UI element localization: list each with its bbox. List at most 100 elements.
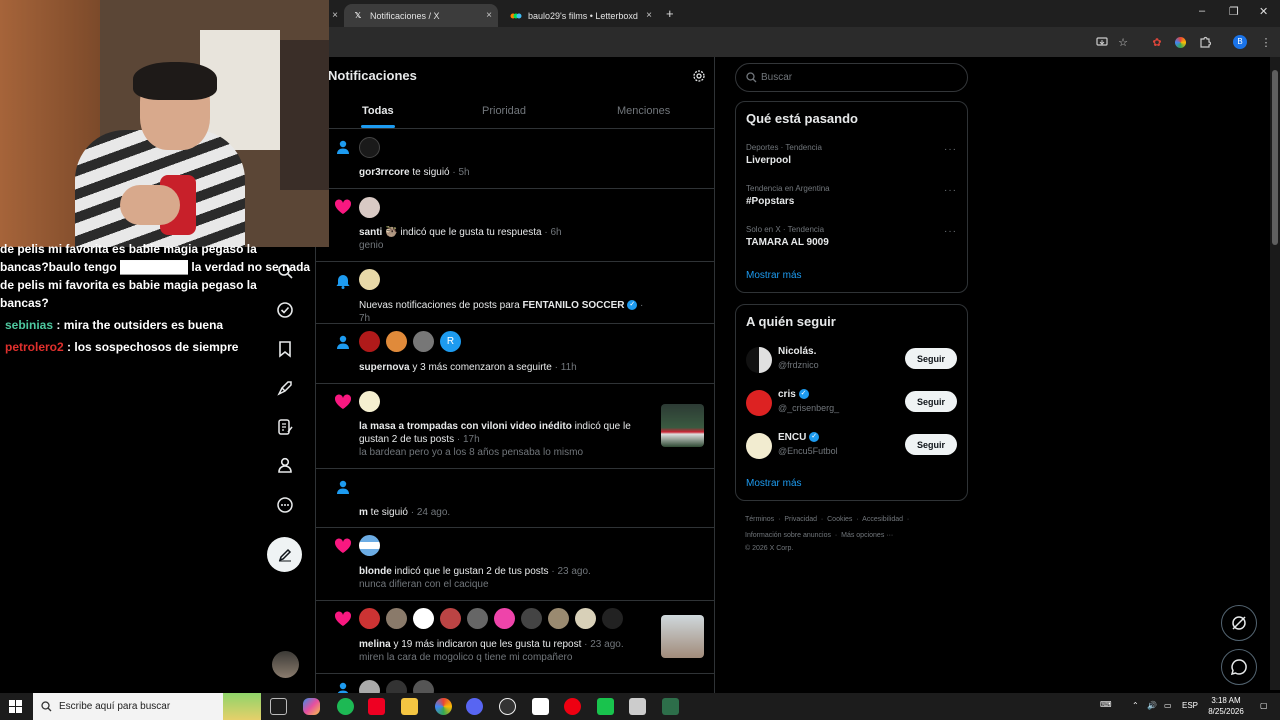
tab-menciones[interactable]: Menciones bbox=[617, 105, 670, 117]
avatar[interactable] bbox=[413, 608, 434, 629]
avatar[interactable] bbox=[359, 197, 380, 218]
restore-button[interactable]: ❐ bbox=[1229, 5, 1239, 18]
taskbar-search-input[interactable]: Escribe aquí para buscar bbox=[33, 693, 261, 720]
grok-rocket-icon[interactable] bbox=[272, 375, 298, 401]
notification-item[interactable]: R supernova y 3 más comenzaron a seguirt… bbox=[316, 324, 714, 384]
footer-link-more[interactable]: Más opciones ··· bbox=[841, 532, 893, 539]
app-icon[interactable] bbox=[629, 698, 646, 715]
avatar[interactable] bbox=[359, 608, 380, 629]
clock-time[interactable]: 3:18 AM bbox=[1208, 696, 1244, 705]
kebab-menu-icon[interactable]: ⋮ bbox=[1257, 33, 1275, 51]
follow-name[interactable]: ENCU bbox=[778, 432, 806, 443]
avatar[interactable] bbox=[386, 608, 407, 629]
chevron-up-icon[interactable]: ⌃ bbox=[1132, 701, 1139, 710]
avatar[interactable] bbox=[359, 137, 380, 158]
network-icon[interactable]: ▭ bbox=[1164, 701, 1172, 710]
notification-item[interactable]: santi 🦥 indicó que le gusta tu respuesta… bbox=[316, 189, 714, 262]
footer-link-accessibility[interactable]: Accesibilidad bbox=[862, 516, 903, 523]
extension-icon[interactable] bbox=[1171, 33, 1189, 51]
avatar[interactable] bbox=[494, 608, 515, 629]
avatar[interactable]: R bbox=[440, 331, 461, 352]
tab-prioridad[interactable]: Prioridad bbox=[482, 105, 526, 117]
avatar[interactable] bbox=[386, 331, 407, 352]
avatar[interactable] bbox=[467, 608, 488, 629]
post-thumbnail[interactable] bbox=[661, 404, 704, 447]
avatar[interactable] bbox=[746, 433, 772, 459]
show-more-link[interactable]: Mostrar más bbox=[746, 478, 802, 489]
tab-notificaciones[interactable]: 𝕏 Notificaciones / X × bbox=[344, 4, 498, 27]
notifications-icon[interactable]: ▢ bbox=[1260, 701, 1268, 710]
avatar[interactable] bbox=[746, 390, 772, 416]
notification-user[interactable]: FENTANILO SOCCER bbox=[522, 300, 624, 311]
settings-gear-icon[interactable] bbox=[692, 69, 706, 88]
follow-button[interactable]: Seguir bbox=[905, 391, 957, 412]
clock-date[interactable]: 8/25/2026 bbox=[1204, 707, 1248, 716]
more-options-icon[interactable]: ··· bbox=[944, 226, 957, 237]
bookmark-star-icon[interactable]: ☆ bbox=[1114, 33, 1132, 51]
puzzle-icon[interactable] bbox=[1196, 33, 1214, 51]
opera-icon[interactable] bbox=[564, 698, 581, 715]
profile-avatar[interactable]: B bbox=[1231, 33, 1249, 51]
app-icon[interactable] bbox=[662, 698, 679, 715]
follow-name[interactable]: Nicolás. bbox=[778, 346, 816, 357]
notification-user[interactable]: la masa a trompadas con viloni video iné… bbox=[359, 421, 572, 432]
avatar[interactable] bbox=[359, 331, 380, 352]
app-icon[interactable] bbox=[368, 698, 385, 715]
notification-user[interactable]: melina bbox=[359, 639, 391, 650]
trend-name[interactable]: Liverpool bbox=[746, 155, 791, 166]
messages-button[interactable] bbox=[1221, 649, 1257, 685]
tab-todas[interactable]: Todas bbox=[362, 105, 394, 117]
notification-user[interactable]: gor3rrcore bbox=[359, 167, 410, 178]
footer-link-terms[interactable]: Términos bbox=[745, 516, 774, 523]
trend-name[interactable]: TAMARA AL 9009 bbox=[746, 237, 829, 248]
notification-user[interactable]: blonde bbox=[359, 566, 392, 577]
minimize-button[interactable]: – bbox=[1199, 5, 1205, 17]
footer-link-ads[interactable]: Información sobre anuncios bbox=[745, 532, 831, 539]
trend-name[interactable]: #Popstars bbox=[746, 196, 794, 207]
extension-icon[interactable]: ✿ bbox=[1148, 33, 1166, 51]
follow-button[interactable]: Seguir bbox=[905, 348, 957, 369]
windows-start-icon[interactable] bbox=[9, 700, 22, 718]
notification-item[interactable]: gor3rrcore te siguió · 5h bbox=[316, 129, 714, 189]
spotify-icon[interactable] bbox=[337, 698, 354, 715]
compose-post-button[interactable] bbox=[267, 537, 302, 572]
obs-icon[interactable] bbox=[499, 698, 516, 715]
close-window-button[interactable]: ✕ bbox=[1259, 5, 1268, 18]
notification-item[interactable]: Nuevas notificaciones de posts para FENT… bbox=[316, 262, 714, 324]
lists-icon[interactable] bbox=[272, 414, 298, 440]
notification-item[interactable]: la masa a trompadas con viloni video iné… bbox=[316, 384, 714, 469]
notification-item[interactable]: blonde indicó que le gustan 2 de tus pos… bbox=[316, 528, 714, 601]
avatar[interactable] bbox=[440, 608, 461, 629]
notification-user[interactable]: m bbox=[359, 507, 368, 518]
discord-icon[interactable] bbox=[466, 698, 483, 715]
footer-link-cookies[interactable]: Cookies bbox=[827, 516, 852, 523]
follow-name[interactable]: cris bbox=[778, 389, 796, 400]
post-thumbnail[interactable] bbox=[661, 615, 704, 658]
tab-close-icon[interactable]: × bbox=[486, 10, 492, 21]
copilot-icon[interactable] bbox=[303, 698, 320, 715]
volume-icon[interactable]: 🔊 bbox=[1147, 701, 1157, 710]
notification-user[interactable]: santi 🦥 bbox=[359, 227, 398, 238]
avatar[interactable] bbox=[746, 347, 772, 373]
footer-link-privacy[interactable]: Privacidad bbox=[784, 516, 817, 523]
keyboard-icon[interactable]: ⌨ bbox=[1100, 700, 1112, 709]
profile-icon[interactable] bbox=[272, 452, 298, 478]
account-avatar[interactable] bbox=[272, 651, 299, 678]
input-language[interactable]: ESP bbox=[1182, 701, 1198, 710]
tab-close-icon[interactable]: × bbox=[646, 10, 652, 21]
notification-item[interactable]: melina y 19 más indicaron que les gusta … bbox=[316, 601, 714, 674]
notification-user[interactable]: supernova bbox=[359, 362, 410, 373]
follow-button[interactable]: Seguir bbox=[905, 434, 957, 455]
grok-button[interactable] bbox=[1221, 605, 1257, 641]
scrollbar-thumb[interactable] bbox=[1272, 70, 1278, 245]
install-app-icon[interactable] bbox=[1093, 33, 1111, 51]
avatar[interactable] bbox=[521, 608, 542, 629]
app-icon[interactable] bbox=[597, 698, 614, 715]
show-more-link[interactable]: Mostrar más bbox=[746, 270, 802, 281]
avatar[interactable] bbox=[548, 608, 569, 629]
avatar[interactable] bbox=[602, 608, 623, 629]
file-explorer-icon[interactable] bbox=[401, 698, 418, 715]
tab-letterboxd[interactable]: baulo29's films • Letterboxd × bbox=[502, 4, 658, 27]
new-tab-button[interactable]: + bbox=[666, 6, 674, 21]
avatar[interactable] bbox=[413, 331, 434, 352]
